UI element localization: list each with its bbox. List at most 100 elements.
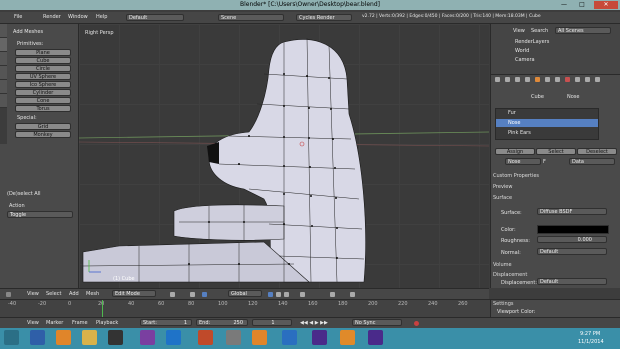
start-frame-field[interactable]: Start: 1 <box>140 319 192 326</box>
panel-surface[interactable]: Surface <box>493 194 617 202</box>
modifiers-tab-icon[interactable] <box>545 77 550 82</box>
tab-tools[interactable] <box>0 24 7 38</box>
hp-icon[interactable] <box>166 330 181 345</box>
add-torus-button[interactable]: Torus <box>15 105 71 112</box>
add-cone-button[interactable]: Cone <box>15 97 71 104</box>
normal-dropdown[interactable]: Default <box>537 248 607 255</box>
premiere-icon[interactable] <box>368 330 383 345</box>
menu-help[interactable]: Help <box>96 14 107 20</box>
after-effects-icon[interactable] <box>312 330 327 345</box>
outliner-item-world[interactable]: World <box>515 48 529 54</box>
panel-custom-properties[interactable]: Custom Properties <box>493 172 617 180</box>
material-slot-fur[interactable]: Fur <box>508 110 516 116</box>
material-tab-icon[interactable] <box>565 77 570 82</box>
layers-tab-icon[interactable] <box>505 77 510 82</box>
render-engine-selector[interactable]: Cycles Render <box>296 14 352 21</box>
scene-selector[interactable]: Scene <box>218 14 284 21</box>
sync-dropdown[interactable]: No Sync <box>352 319 402 326</box>
photoshop-icon[interactable] <box>282 330 297 345</box>
assign-button[interactable]: Assign <box>495 148 535 155</box>
add-cylinder-button[interactable]: Cylinder <box>15 89 71 96</box>
physics-tab-icon[interactable] <box>595 77 600 82</box>
add-grid-button[interactable]: Grid <box>15 123 71 130</box>
material-slot-nose[interactable]: Nose <box>508 120 520 126</box>
current-frame-marker[interactable] <box>102 300 103 317</box>
blender-icon[interactable] <box>340 330 355 345</box>
add-monkey-button[interactable]: Monkey <box>15 131 71 138</box>
vertex-select-icon[interactable] <box>268 292 273 297</box>
tl-menu-view[interactable]: View <box>27 320 39 326</box>
play-controls[interactable]: ◀◀ ◀ ▶ ▶▶ <box>300 320 328 326</box>
world-tab-icon[interactable] <box>525 77 530 82</box>
edge-select-icon[interactable] <box>276 292 281 297</box>
material-name-field[interactable]: Nose <box>505 158 541 165</box>
record-icon[interactable] <box>414 321 419 326</box>
action-dropdown[interactable]: Toggle <box>7 211 73 218</box>
store-icon[interactable] <box>140 330 155 345</box>
app-icon[interactable] <box>226 330 241 345</box>
link-data-dropdown[interactable]: Data <box>569 158 615 165</box>
vp-menu-add[interactable]: Add <box>69 291 79 297</box>
add-ico-sphere-button[interactable]: Ico Sphere <box>15 81 71 88</box>
tab-grease-pencil[interactable] <box>0 94 7 108</box>
color-swatch[interactable] <box>537 225 609 234</box>
panel-volume[interactable]: Volume <box>493 261 617 269</box>
3d-viewport[interactable]: Right Persp (1) Cube <box>79 24 489 288</box>
vp-menu-mesh[interactable]: Mesh <box>86 291 99 297</box>
roughness-slider[interactable]: 0.000 <box>537 236 607 243</box>
tl-menu-playback[interactable]: Playback <box>96 320 118 326</box>
outliner-item-camera[interactable]: Camera <box>515 57 535 63</box>
manipulator-icon[interactable] <box>202 292 207 297</box>
tl-menu-marker[interactable]: Marker <box>46 320 63 326</box>
data-tab-icon[interactable] <box>555 77 560 82</box>
panel-preview[interactable]: Preview <box>493 183 617 191</box>
material-slot-pink-ears[interactable]: Pink Ears <box>508 130 531 136</box>
snap-icon[interactable] <box>330 292 335 297</box>
texture-tab-icon[interactable] <box>575 77 580 82</box>
render-preview-icon[interactable] <box>350 292 355 297</box>
outliner-scenes-selector[interactable]: All Scenes <box>555 27 611 34</box>
add-uv-sphere-button[interactable]: UV Sphere <box>15 73 71 80</box>
vp-menu-view[interactable]: View <box>27 291 39 297</box>
shading-icon[interactable] <box>170 292 175 297</box>
proportional-edit-icon[interactable] <box>300 292 305 297</box>
orientation-selector[interactable]: Global <box>228 290 262 297</box>
ie-icon[interactable] <box>30 330 45 345</box>
render-tab-icon[interactable] <box>495 77 500 82</box>
minimize-button[interactable]: — <box>556 1 572 9</box>
tab-create[interactable] <box>0 38 7 52</box>
outliner-menu-view[interactable]: View <box>513 28 525 34</box>
tab-physics[interactable] <box>0 80 7 94</box>
particles-tab-icon[interactable] <box>585 77 590 82</box>
deselect-button[interactable]: Deselect <box>577 148 617 155</box>
add-plane-button[interactable]: Plane <box>15 49 71 56</box>
menu-file[interactable]: File <box>14 14 22 20</box>
mode-selector[interactable]: Edit Mode <box>112 290 156 297</box>
media-icon[interactable] <box>108 330 123 345</box>
current-frame-field[interactable]: 1 <box>252 319 292 326</box>
surface-dropdown[interactable]: Diffuse BSDF <box>537 208 607 215</box>
bear-mesh[interactable] <box>79 24 489 288</box>
select-button[interactable]: Select <box>536 148 576 155</box>
editor-type-icon[interactable] <box>6 292 11 297</box>
displacement-dropdown[interactable]: Default <box>537 278 607 285</box>
vp-menu-select[interactable]: Select <box>46 291 61 297</box>
close-button[interactable]: ✕ <box>594 1 618 9</box>
panel-settings[interactable]: Settings <box>493 300 617 308</box>
office-icon[interactable] <box>198 330 213 345</box>
timeline[interactable]: -40-200204060801001201401601802002202402… <box>0 299 620 317</box>
maximize-button[interactable]: □ <box>574 1 590 9</box>
pivot-icon[interactable] <box>190 292 195 297</box>
menu-window[interactable]: Window <box>68 14 88 20</box>
tl-menu-frame[interactable]: Frame <box>72 320 88 326</box>
start-icon[interactable] <box>4 330 19 345</box>
add-cube-button[interactable]: Cube <box>15 57 71 64</box>
layout-selector[interactable]: Default <box>126 14 184 21</box>
face-select-icon[interactable] <box>284 292 289 297</box>
add-circle-button[interactable]: Circle <box>15 65 71 72</box>
tab-relations[interactable] <box>0 52 7 66</box>
object-tab-icon[interactable] <box>535 77 540 82</box>
scene-tab-icon[interactable] <box>515 77 520 82</box>
menu-render[interactable]: Render <box>43 14 61 20</box>
outliner-item-renderlayers[interactable]: RenderLayers <box>515 39 549 45</box>
